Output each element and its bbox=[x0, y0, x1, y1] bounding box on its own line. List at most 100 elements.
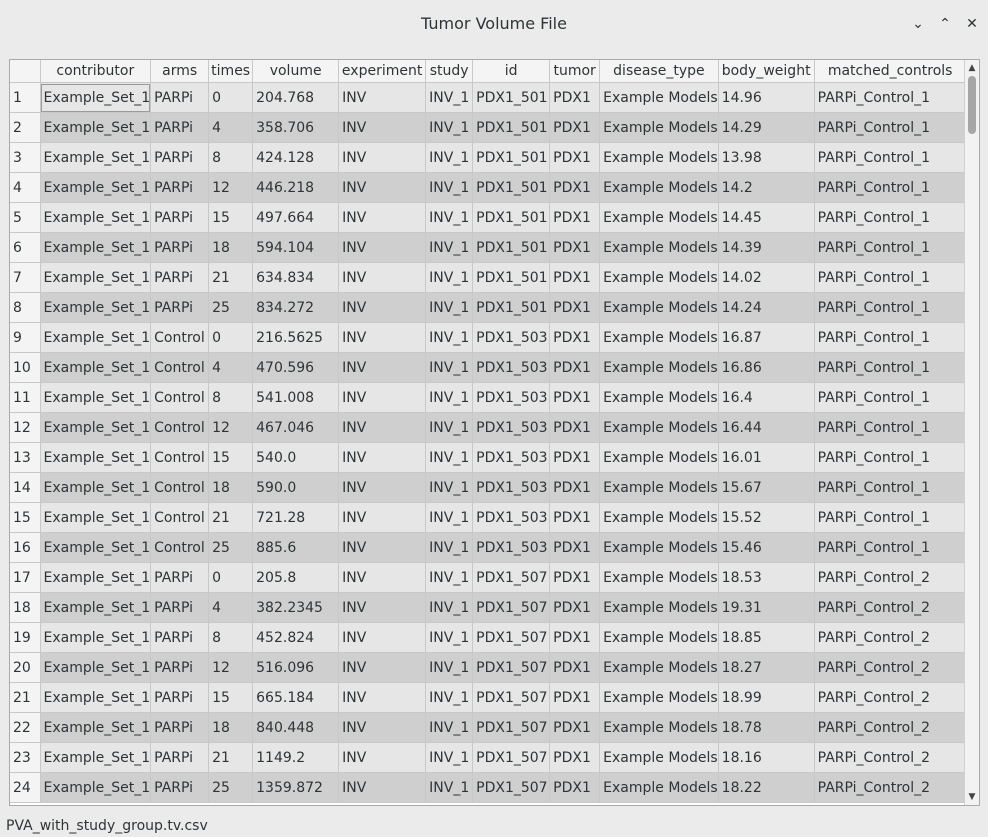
cell-body-weight[interactable]: 18.22 bbox=[718, 772, 815, 803]
table-row[interactable]: 15 Example_Set_1 Control 21 721.28 INV INV_1 PD… bbox=[10, 502, 967, 533]
cell-study[interactable]: INV_1 bbox=[425, 292, 474, 323]
table-row[interactable]: 1 Example_Set_1 PARPi 0 204.768 INV INV_1 PDX1_… bbox=[10, 82, 967, 113]
cell-study[interactable]: INV_1 bbox=[425, 682, 474, 713]
cell-body-weight[interactable]: 14.96 bbox=[718, 82, 815, 113]
cell-arms[interactable]: PARPi bbox=[150, 262, 210, 293]
cell-disease-type[interactable]: Example Models bbox=[599, 622, 719, 653]
cell-times[interactable]: 4 bbox=[208, 112, 254, 143]
cell-disease-type[interactable]: Example Models bbox=[599, 682, 719, 713]
cell-id[interactable]: PDX1_507 bbox=[472, 712, 551, 743]
cell-tumor[interactable]: PDX1 bbox=[549, 382, 601, 413]
row-number[interactable]: 1 bbox=[10, 82, 41, 113]
row-number[interactable]: 16 bbox=[10, 532, 41, 563]
cell-experiment[interactable]: INV bbox=[338, 262, 427, 293]
cell-id[interactable]: PDX1_503 bbox=[472, 472, 551, 503]
cell-disease-type[interactable]: Example Models bbox=[599, 532, 719, 563]
cell-arms[interactable]: Control bbox=[150, 442, 210, 473]
table-row[interactable]: 10 Example_Set_1 Control 4 470.596 INV INV_1 PD… bbox=[10, 352, 967, 383]
cell-experiment[interactable]: INV bbox=[338, 622, 427, 653]
cell-disease-type[interactable]: Example Models bbox=[599, 172, 719, 203]
cell-disease-type[interactable]: Example Models bbox=[599, 742, 719, 773]
cell-volume[interactable]: 594.104 bbox=[252, 232, 340, 263]
column-header-contributor[interactable]: contributor bbox=[40, 60, 152, 83]
cell-arms[interactable]: PARPi bbox=[150, 682, 210, 713]
cell-body-weight[interactable]: 15.67 bbox=[718, 472, 815, 503]
cell-contributor[interactable]: Example_Set_1 bbox=[40, 532, 152, 563]
cell-body-weight[interactable]: 16.44 bbox=[718, 412, 815, 443]
cell-experiment[interactable]: INV bbox=[338, 592, 427, 623]
cell-matched-controls[interactable]: PARPi_Control_1 bbox=[814, 322, 967, 353]
cell-times[interactable]: 12 bbox=[208, 412, 254, 443]
cell-times[interactable]: 21 bbox=[208, 262, 254, 293]
row-number[interactable]: 9 bbox=[10, 322, 41, 353]
cell-arms[interactable]: Control bbox=[150, 532, 210, 563]
cell-id[interactable]: PDX1_501 bbox=[472, 202, 551, 233]
cell-arms[interactable]: PARPi bbox=[150, 112, 210, 143]
cell-volume[interactable]: 424.128 bbox=[252, 142, 340, 173]
row-number[interactable]: 11 bbox=[10, 382, 41, 413]
cell-times[interactable]: 8 bbox=[208, 382, 254, 413]
cell-times[interactable]: 15 bbox=[208, 682, 254, 713]
cell-volume[interactable]: 840.448 bbox=[252, 712, 340, 743]
cell-disease-type[interactable]: Example Models bbox=[599, 142, 719, 173]
cell-study[interactable]: INV_1 bbox=[425, 232, 474, 263]
cell-matched-controls[interactable]: PARPi_Control_1 bbox=[814, 82, 967, 113]
cell-study[interactable]: INV_1 bbox=[425, 262, 474, 293]
column-header-id[interactable]: id bbox=[472, 60, 551, 83]
cell-disease-type[interactable]: Example Models bbox=[599, 292, 719, 323]
row-number[interactable]: 21 bbox=[10, 682, 41, 713]
row-number[interactable]: 8 bbox=[10, 292, 41, 323]
cell-matched-controls[interactable]: PARPi_Control_1 bbox=[814, 502, 967, 533]
column-header-study[interactable]: study bbox=[425, 60, 474, 83]
cell-experiment[interactable]: INV bbox=[338, 172, 427, 203]
cell-study[interactable]: INV_1 bbox=[425, 172, 474, 203]
table-row[interactable]: 20 Example_Set_1 PARPi 12 516.096 INV INV_1 PDX… bbox=[10, 652, 967, 683]
cell-matched-controls[interactable]: PARPi_Control_1 bbox=[814, 352, 967, 383]
table-row[interactable]: 16 Example_Set_1 Control 25 885.6 INV INV_1 PDX… bbox=[10, 532, 967, 563]
table-row[interactable]: 18 Example_Set_1 PARPi 4 382.2345 INV INV_1 PDX… bbox=[10, 592, 967, 623]
cell-experiment[interactable]: INV bbox=[338, 712, 427, 743]
cell-body-weight[interactable]: 16.87 bbox=[718, 322, 815, 353]
title-bar[interactable]: Tumor Volume File ⌄ ⌃ ✕ bbox=[0, 0, 988, 49]
cell-body-weight[interactable]: 15.46 bbox=[718, 532, 815, 563]
cell-volume[interactable]: 467.046 bbox=[252, 412, 340, 443]
cell-experiment[interactable]: INV bbox=[338, 682, 427, 713]
cell-disease-type[interactable]: Example Models bbox=[599, 352, 719, 383]
cell-id[interactable]: PDX1_503 bbox=[472, 442, 551, 473]
cell-times[interactable]: 25 bbox=[208, 292, 254, 323]
row-number[interactable]: 7 bbox=[10, 262, 41, 293]
cell-id[interactable]: PDX1_503 bbox=[472, 352, 551, 383]
cell-volume[interactable]: 382.2345 bbox=[252, 592, 340, 623]
cell-experiment[interactable]: INV bbox=[338, 382, 427, 413]
row-number[interactable]: 5 bbox=[10, 202, 41, 233]
cell-tumor[interactable]: PDX1 bbox=[549, 532, 601, 563]
cell-experiment[interactable]: INV bbox=[338, 562, 427, 593]
cell-id[interactable]: PDX1_507 bbox=[472, 772, 551, 803]
cell-matched-controls[interactable]: PARPi_Control_1 bbox=[814, 382, 967, 413]
cell-tumor[interactable]: PDX1 bbox=[549, 202, 601, 233]
cell-id[interactable]: PDX1_501 bbox=[472, 262, 551, 293]
cell-experiment[interactable]: INV bbox=[338, 472, 427, 503]
cell-volume[interactable]: 516.096 bbox=[252, 652, 340, 683]
cell-times[interactable]: 12 bbox=[208, 652, 254, 683]
row-number[interactable]: 14 bbox=[10, 472, 41, 503]
cell-times[interactable]: 25 bbox=[208, 772, 254, 803]
cell-study[interactable]: INV_1 bbox=[425, 712, 474, 743]
cell-id[interactable]: PDX1_507 bbox=[472, 682, 551, 713]
cell-times[interactable]: 18 bbox=[208, 472, 254, 503]
cell-arms[interactable]: PARPi bbox=[150, 142, 210, 173]
row-number[interactable]: 23 bbox=[10, 742, 41, 773]
cell-study[interactable]: INV_1 bbox=[425, 142, 474, 173]
cell-tumor[interactable]: PDX1 bbox=[549, 232, 601, 263]
cell-times[interactable]: 4 bbox=[208, 352, 254, 383]
cell-study[interactable]: INV_1 bbox=[425, 742, 474, 773]
cell-times[interactable]: 0 bbox=[208, 322, 254, 353]
table-row[interactable]: 14 Example_Set_1 Control 18 590.0 INV INV_1 PDX… bbox=[10, 472, 967, 503]
cell-times[interactable]: 0 bbox=[208, 562, 254, 593]
cell-arms[interactable]: PARPi bbox=[150, 742, 210, 773]
cell-id[interactable]: PDX1_503 bbox=[472, 382, 551, 413]
cell-contributor[interactable]: Example_Set_1 bbox=[40, 262, 152, 293]
cell-contributor[interactable]: Example_Set_1 bbox=[40, 382, 152, 413]
cell-tumor[interactable]: PDX1 bbox=[549, 772, 601, 803]
cell-tumor[interactable]: PDX1 bbox=[549, 262, 601, 293]
